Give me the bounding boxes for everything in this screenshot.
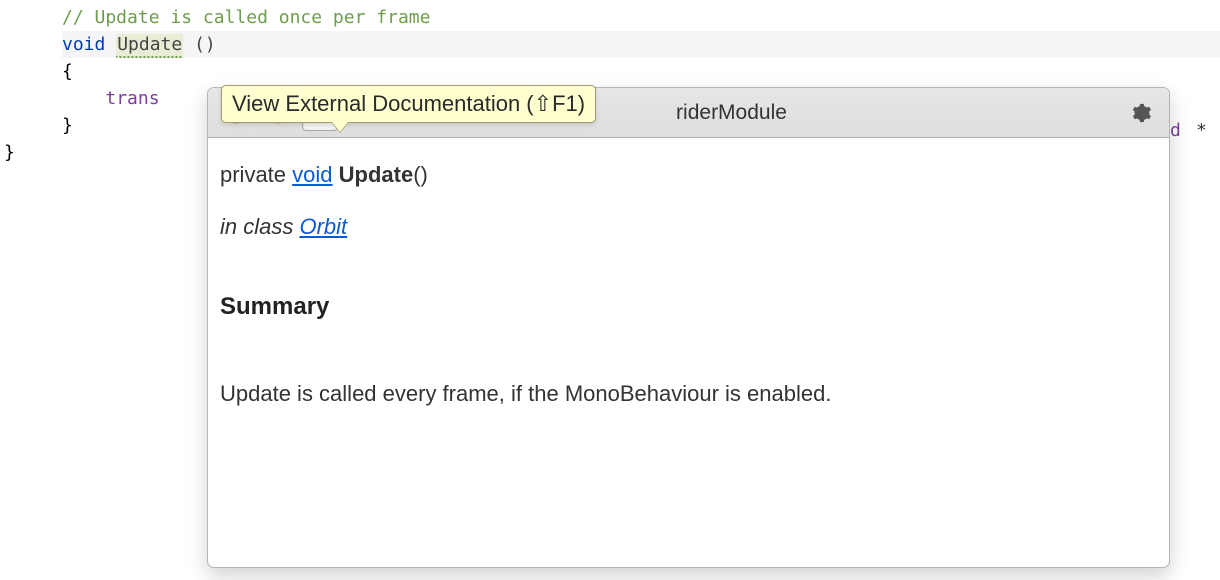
summary-heading: Summary: [220, 291, 1157, 323]
documentation-popup: riderModule private void Update() in cla…: [207, 87, 1170, 568]
code-tail-d: d: [1170, 120, 1181, 141]
brace-close: }: [62, 115, 73, 136]
sig-void-link[interactable]: void: [292, 162, 332, 187]
sig-private: private: [220, 162, 292, 187]
tooltip-label: View External Documentation (⇧F1): [232, 91, 585, 116]
outer-brace-close: }: [4, 142, 15, 163]
keyword-void: void: [62, 34, 105, 55]
method-signature: private void Update(): [220, 160, 1157, 190]
code-tail-star: *: [1196, 120, 1207, 141]
code-comment: // Update is called once per frame: [62, 7, 430, 28]
doc-content: private void Update() in class Orbit Sum…: [208, 138, 1169, 567]
code-body-start: trans: [105, 88, 159, 109]
sig-method-name: Update: [339, 162, 414, 187]
class-link[interactable]: Orbit: [299, 214, 347, 239]
settings-button[interactable]: [1123, 95, 1159, 131]
method-identifier[interactable]: Update: [116, 34, 183, 58]
method-parens: (): [183, 34, 216, 55]
summary-text: Update is called every frame, if the Mon…: [220, 379, 1157, 409]
in-class-line: in class Orbit: [220, 212, 1157, 242]
tooltip: View External Documentation (⇧F1): [221, 85, 596, 123]
brace-open: {: [62, 61, 73, 82]
sig-parens: (): [413, 162, 428, 187]
